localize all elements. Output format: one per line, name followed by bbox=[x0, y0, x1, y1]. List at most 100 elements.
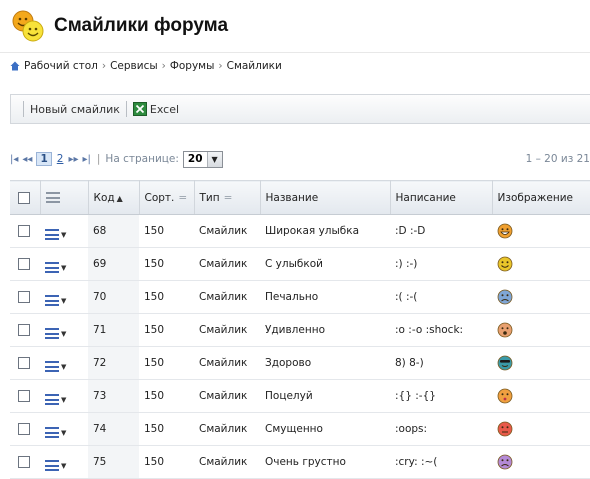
table-row[interactable]: ▼ 75 150 Смайлик Очень грустно:cry: :~( bbox=[10, 445, 590, 479]
row-menu-icon[interactable]: ▼ bbox=[45, 295, 66, 306]
page-2-link[interactable]: 2 bbox=[57, 153, 64, 165]
row-checkbox[interactable] bbox=[18, 423, 30, 435]
breadcrumb-separator: › bbox=[161, 60, 166, 72]
pager-separator: | bbox=[96, 153, 101, 165]
next-page-button[interactable]: ▸▸ bbox=[68, 154, 78, 165]
breadcrumb-item-forums[interactable]: Форумы bbox=[170, 60, 215, 72]
row-checkbox[interactable] bbox=[18, 258, 30, 270]
cell-sort: 150 bbox=[139, 313, 194, 347]
prev-page-button[interactable]: ◂◂ bbox=[22, 154, 32, 165]
table-row[interactable]: ▼ 68 150 Смайлик Широкая улыбка:D :-D bbox=[10, 214, 590, 248]
cell-sort: 150 bbox=[139, 346, 194, 380]
row-menu-icon[interactable]: ▼ bbox=[45, 394, 66, 405]
table-row[interactable]: ▼ 71 150 Смайлик Удивленно:o :-o :shock: bbox=[10, 313, 590, 347]
cell-writing: :o :-o :shock: bbox=[390, 313, 492, 347]
last-page-button[interactable]: ▸| bbox=[82, 154, 90, 165]
cell-name: Очень грустно bbox=[260, 445, 390, 479]
column-header-image[interactable]: Изображение bbox=[492, 180, 590, 215]
cell-sort: 150 bbox=[139, 445, 194, 479]
row-menu-icon[interactable]: ▼ bbox=[45, 328, 66, 339]
select-all-header bbox=[10, 180, 41, 215]
pager: |◂ ◂◂ 1 2 ▸▸ ▸| | На странице: 20 ▼ 1 – … bbox=[10, 148, 590, 170]
cell-code: 70 bbox=[88, 280, 139, 314]
excel-icon bbox=[132, 102, 147, 116]
cell-sort: 150 bbox=[139, 412, 194, 446]
row-menu-cell: ▼ bbox=[40, 346, 88, 380]
column-header-sort[interactable]: Сорт. = bbox=[139, 180, 195, 215]
cell-name: Широкая улыбка bbox=[260, 214, 390, 248]
page-1-current[interactable]: 1 bbox=[36, 152, 52, 166]
cell-image bbox=[492, 412, 590, 446]
column-header-type[interactable]: Тип = bbox=[194, 180, 261, 215]
table-row[interactable]: ▼ 72 150 Смайлик Здорово 8) 8-) bbox=[10, 346, 590, 380]
toolbar-separator bbox=[125, 101, 127, 117]
smileys-logo-icon bbox=[12, 10, 44, 42]
select-all-checkbox[interactable] bbox=[18, 191, 30, 204]
smiley-cool-icon bbox=[497, 355, 513, 371]
column-header-name[interactable]: Название bbox=[260, 180, 391, 215]
home-icon bbox=[10, 61, 20, 71]
smiley-shock-icon bbox=[497, 322, 513, 338]
cell-sort: 150 bbox=[139, 280, 194, 314]
smileys-table: Код ▲ Сорт. = Тип = Название Написание Изоб… bbox=[10, 180, 590, 479]
per-page-select[interactable]: 20 ▼ bbox=[182, 150, 223, 168]
breadcrumb-item-smileys[interactable]: Смайлики bbox=[227, 60, 282, 72]
cell-type: Смайлик bbox=[194, 280, 260, 314]
row-checkbox[interactable] bbox=[18, 456, 30, 468]
table-row[interactable]: ▼ 73 150 Смайлик Поцелуй:{} :-{} bbox=[10, 379, 590, 413]
column-header-code[interactable]: Код ▲ bbox=[88, 180, 140, 215]
sort-asc-icon: ▲ bbox=[116, 193, 123, 203]
title-bar: Смайлики форума bbox=[0, 0, 590, 52]
row-checkbox[interactable] bbox=[18, 357, 30, 369]
toolbar-separator bbox=[23, 101, 24, 117]
row-menu-icon[interactable]: ▼ bbox=[45, 229, 66, 240]
row-select-cell bbox=[10, 313, 40, 347]
cell-code: 73 bbox=[88, 379, 139, 413]
cell-image bbox=[492, 247, 590, 281]
column-filter-icon: = bbox=[178, 191, 188, 204]
cell-code: 68 bbox=[88, 214, 139, 248]
table-header-row: Код ▲ Сорт. = Тип = Название Написание Изоб… bbox=[10, 180, 590, 215]
row-menu-cell: ▼ bbox=[40, 445, 88, 479]
row-menu-icon[interactable]: ▼ bbox=[45, 460, 66, 471]
row-checkbox[interactable] bbox=[18, 291, 30, 303]
excel-button[interactable]: Excel bbox=[132, 102, 179, 116]
new-smiley-button[interactable]: Новый смайлик bbox=[30, 103, 120, 116]
cell-type: Смайлик bbox=[194, 247, 260, 281]
cell-writing: :{} :-{} bbox=[390, 379, 492, 413]
cell-name: Смущенно bbox=[260, 412, 390, 446]
cell-code: 72 bbox=[88, 346, 139, 380]
cell-writing: :( :-( bbox=[390, 280, 492, 314]
table-row[interactable]: ▼ 74 150 Смайлик Смущенно:oops: bbox=[10, 412, 590, 446]
row-checkbox[interactable] bbox=[18, 390, 30, 402]
column-menu-icon[interactable] bbox=[45, 192, 60, 203]
row-menu-cell: ▼ bbox=[40, 379, 88, 413]
row-checkbox[interactable] bbox=[18, 324, 30, 336]
table-row[interactable]: ▼ 69 150 Смайлик С улыбкой:) :-) bbox=[10, 247, 590, 281]
cell-image bbox=[492, 313, 590, 347]
cell-type: Смайлик bbox=[194, 445, 260, 479]
row-menu-cell: ▼ bbox=[40, 247, 88, 281]
cell-type: Смайлик bbox=[194, 412, 260, 446]
first-page-button[interactable]: |◂ bbox=[10, 154, 18, 165]
smiley-sad-icon bbox=[497, 289, 513, 305]
cell-writing: :) :-) bbox=[390, 247, 492, 281]
cell-image bbox=[492, 214, 590, 248]
row-menu-icon[interactable]: ▼ bbox=[45, 427, 66, 438]
breadcrumb-item-services[interactable]: Сервисы bbox=[110, 60, 158, 72]
table-row[interactable]: ▼ 70 150 Смайлик Печально:( :-( bbox=[10, 280, 590, 314]
row-checkbox[interactable] bbox=[18, 225, 30, 237]
cell-type: Смайлик bbox=[194, 313, 260, 347]
column-header-writing[interactable]: Написание bbox=[390, 180, 493, 215]
cell-sort: 150 bbox=[139, 214, 194, 248]
column-menu-header bbox=[40, 180, 89, 215]
breadcrumb-item-desktop[interactable]: Рабочий стол bbox=[24, 60, 98, 72]
cell-name: С улыбкой bbox=[260, 247, 390, 281]
cell-image bbox=[492, 280, 590, 314]
cell-code: 69 bbox=[88, 247, 139, 281]
row-menu-icon[interactable]: ▼ bbox=[45, 262, 66, 273]
row-menu-icon[interactable]: ▼ bbox=[45, 361, 66, 372]
cell-writing: :oops: bbox=[390, 412, 492, 446]
cell-code: 74 bbox=[88, 412, 139, 446]
page-title: Смайлики форума bbox=[54, 15, 229, 36]
